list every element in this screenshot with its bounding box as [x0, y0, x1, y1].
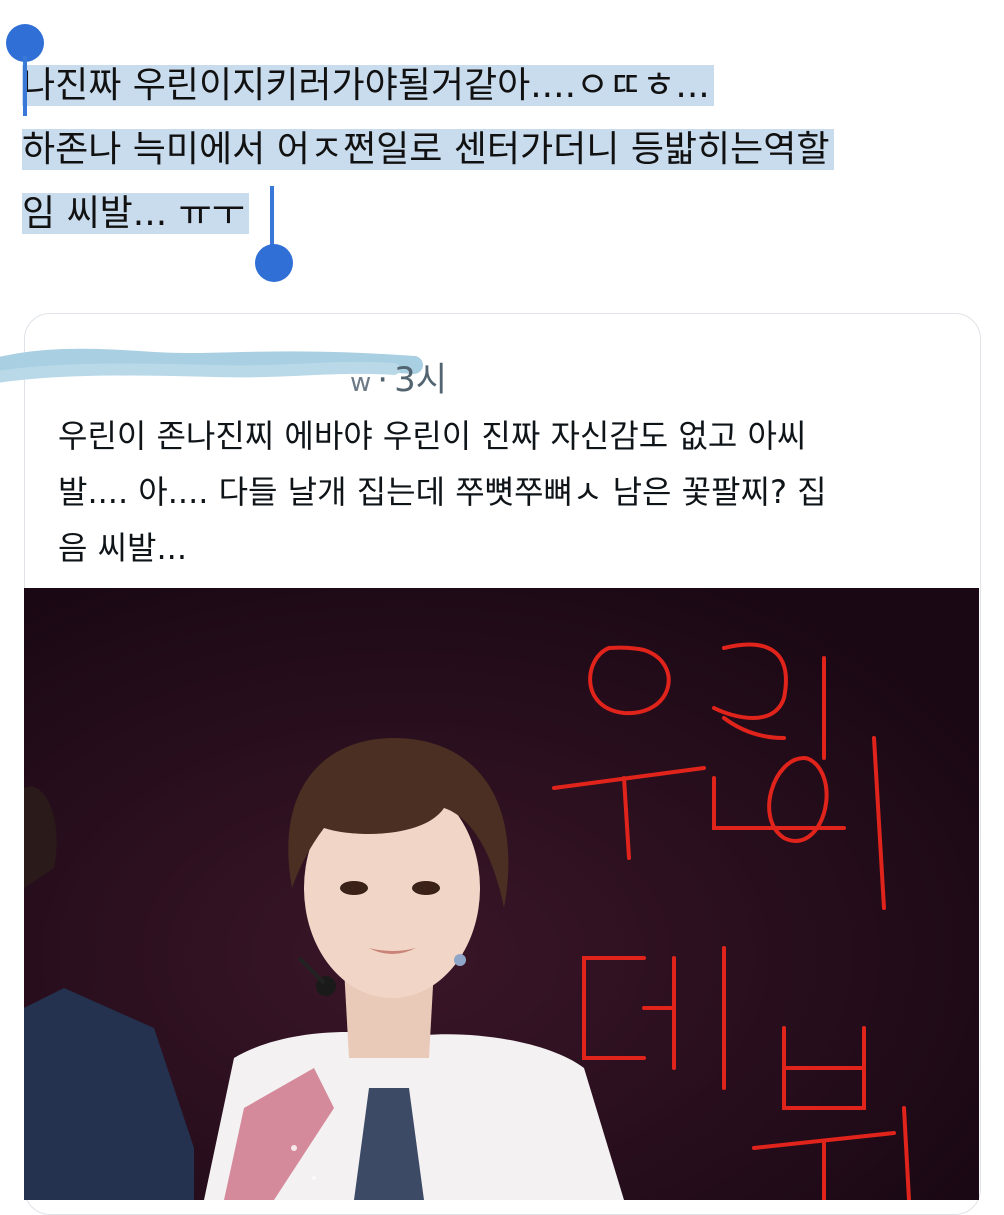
username-suffix: w [350, 368, 372, 398]
timestamp: 3시 [394, 360, 447, 400]
concert-photo [24, 588, 979, 1200]
tweet-line-3[interactable]: 임 씨발... ㅠㅜ [22, 193, 249, 234]
quoted-tweet-photo[interactable] [24, 588, 979, 1200]
quote-line-3: 음 씨발... [58, 529, 188, 567]
meta-separator: · [377, 360, 389, 400]
selection-end-handle[interactable] [255, 244, 293, 282]
tweet-text[interactable]: 나진짜 우린이지키러가야될거같아....ㅇㄸㅎ... 하존나 늑미에서 어ㅈ쩐일… [22, 54, 982, 246]
quoted-tweet-text: 우린이 존나진찌 에바야 우린이 진짜 자신감도 없고 아씨 발.... 아..… [58, 408, 958, 576]
tweet-line-2[interactable]: 하존나 늑미에서 어ㅈ쩐일로 센터가더니 등밟히는역할 [22, 129, 834, 170]
quote-line-2: 발.... 아.... 다들 날개 집는데 쭈뼛쭈뼈ㅅ 남은 꽃팔찌? 집 [58, 473, 827, 511]
selection-start-stem [23, 56, 27, 116]
quote-line-1: 우린이 존나진찌 에바야 우린이 진짜 자신감도 없고 아씨 [58, 417, 807, 455]
selection-end-stem [270, 186, 274, 250]
tweet-line-1[interactable]: 나진짜 우린이지키러가야될거같아....ㅇㄸㅎ... [22, 65, 714, 106]
quoted-tweet-meta: w · 3시 [350, 352, 447, 401]
